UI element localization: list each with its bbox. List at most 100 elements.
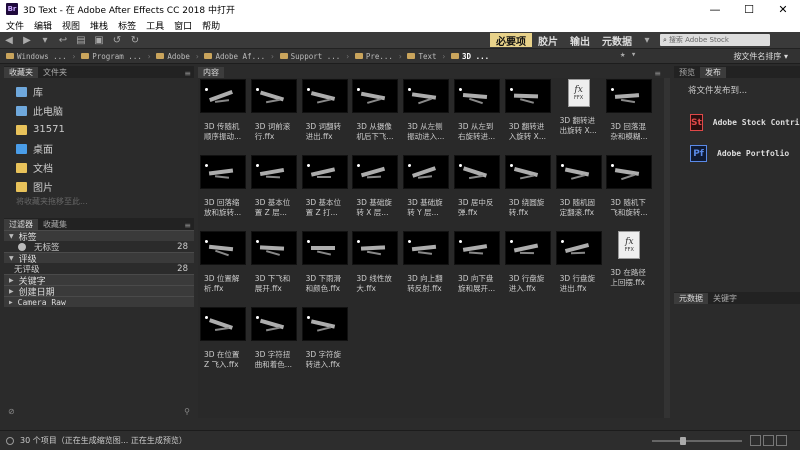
slider-knob[interactable]	[680, 437, 686, 445]
menu-view[interactable]: 视图	[62, 19, 80, 32]
back-arrow-icon[interactable]: ◀	[0, 33, 18, 47]
breadcrumb-adobe-after-effects[interactable]: Adobe Af... ›	[204, 52, 275, 61]
thumbnail-item[interactable]: 3D 绕圆旋 转.ffx	[504, 155, 555, 218]
thumbnail-item[interactable]: 3D 回落混 杂和模糊...	[606, 79, 656, 142]
thumbnail-item[interactable]: 3D 从左到 右旋转进...	[454, 79, 504, 142]
thumbnail-item[interactable]: fx FFX 3D 在路径 上回摆.ffx	[606, 231, 656, 288]
thumbnail-item[interactable]: 3D 基础旋 转 Y 层...	[403, 155, 453, 218]
clear-filter-icon[interactable]: ⊘	[8, 407, 15, 416]
workspace-essentials[interactable]: 必要项	[490, 33, 532, 48]
tab-filter[interactable]: 过滤器	[4, 219, 38, 230]
thumbnail-item[interactable]: 3D 下雨滑 和颜色.ffx	[301, 231, 352, 294]
thumbnail-item[interactable]: 3D 行盘旋 进入.ffx	[504, 231, 555, 294]
menu-help[interactable]: 帮助	[202, 19, 220, 32]
filter-group-label[interactable]: ▼ 标签	[4, 230, 194, 243]
menu-tools[interactable]: 工具	[146, 19, 164, 32]
sort-by-filename-dropdown[interactable]: 按文件名排序 ▾	[733, 51, 788, 62]
camera-icon[interactable]: ▣	[90, 33, 108, 47]
breadcrumb-support-files[interactable]: Support ... ›	[279, 52, 350, 61]
breadcrumb-text[interactable]: Text ›	[407, 52, 446, 61]
filter-group-camera-raw[interactable]: ▶ Camera Raw	[4, 296, 194, 307]
menu-stacks[interactable]: 堆栈	[90, 19, 108, 32]
search-input[interactable]: ⌕ 搜索 Adobe Stock	[660, 34, 770, 46]
panel-menu-icon[interactable]: ≡	[184, 221, 191, 230]
tab-metadata[interactable]: 元数据	[674, 293, 708, 304]
content-scrollbar[interactable]	[664, 78, 670, 418]
thumbnail-item[interactable]: 3D 随机下 飞和旋转...	[606, 155, 656, 218]
grid-view-icon[interactable]	[750, 435, 761, 446]
thumbnail-item[interactable]: 3D 字符扭 曲和着色...	[250, 307, 301, 370]
tab-folders[interactable]: 文件夹	[38, 67, 72, 78]
adobe-portfolio-item[interactable]: Pf Adobe Portfolio	[690, 145, 800, 162]
minimize-button[interactable]: —	[698, 0, 732, 18]
thumbnail-item[interactable]: 3D 下飞和 展开.ffx	[250, 231, 301, 294]
favorite-pictures[interactable]: 图片	[4, 177, 194, 196]
thumbnail-item[interactable]: 3D 从左侧 振动进入...	[403, 79, 453, 142]
workspace-metadata[interactable]: 元数据	[596, 33, 638, 48]
panel-menu-icon[interactable]: ≡	[184, 69, 191, 78]
thumbnail-item[interactable]: 3D 位置解 析.ffx	[200, 231, 250, 294]
filter-group-rating[interactable]: ▼ 评级	[4, 252, 194, 265]
tab-keywords[interactable]: 关键字	[708, 293, 742, 304]
maximize-button[interactable]: ☐	[732, 0, 766, 18]
tab-publish[interactable]: 发布	[700, 67, 726, 78]
thumbnail-item[interactable]: 3D 向上翻 转反射.ffx	[403, 231, 453, 294]
thumbnail-item[interactable]: 3D 词前滚 行.ffx	[250, 79, 301, 142]
breadcrumb-3d-text[interactable]: 3D ...	[451, 52, 489, 61]
refine-icon[interactable]: ▤	[72, 33, 90, 47]
pin-filter-icon[interactable]: ⚲	[184, 407, 190, 416]
menu-window[interactable]: 窗口	[174, 19, 192, 32]
list-view-icon[interactable]	[776, 435, 787, 446]
thumbnail-item[interactable]: 3D 行盘旋 进出.ffx	[555, 231, 606, 294]
thumbnail-item[interactable]: 3D 线性放 大.ffx	[352, 231, 402, 294]
favorite-user-folder[interactable]: 31571	[4, 120, 194, 139]
rotate-right-icon[interactable]: ↻	[126, 33, 144, 47]
favorite-desktop[interactable]: 桌面	[4, 139, 194, 158]
filter-row-no-rating[interactable]: 无评级 28	[4, 263, 194, 275]
rotate-left-icon[interactable]: ↺	[108, 33, 126, 47]
thumbnail-item[interactable]: fx FFX 3D 翻转进 出旋转 X...	[556, 79, 606, 136]
thumbnail-item[interactable]: 3D 在位置 Z 飞入.ffx	[200, 307, 250, 370]
filter-row-no-label[interactable]: 无标签 28	[4, 241, 194, 253]
filter-group-keywords[interactable]: ▶ 关键字	[4, 274, 194, 287]
breadcrumb-windows[interactable]: Windows ... ›	[6, 52, 76, 61]
breadcrumb-adobe[interactable]: Adobe ›	[156, 52, 199, 61]
thumbnail-item[interactable]: 3D 回落缩 放和旋转...	[200, 155, 250, 218]
menu-label[interactable]: 标签	[118, 19, 136, 32]
details-view-icon[interactable]	[763, 435, 774, 446]
tab-preview[interactable]: 预览	[674, 67, 700, 78]
workspace-output[interactable]: 输出	[564, 33, 596, 48]
thumbnail-item[interactable]: 3D 基础旋 转 X 层...	[352, 155, 402, 218]
workspace-dropdown-icon[interactable]: ▾	[638, 33, 656, 47]
thumbnail-size-slider[interactable]	[652, 437, 742, 445]
panel-menu-icon[interactable]: ≡	[654, 69, 661, 78]
thumbnail-item[interactable]: 3D 翻转进 入旋转 X...	[504, 79, 555, 142]
menu-file[interactable]: 文件	[6, 19, 24, 32]
thumbnail-item[interactable]: 3D 基本位 置 Z 打...	[301, 155, 352, 218]
adobe-stock-contributor-item[interactable]: St Adobe Stock Contrib	[690, 114, 800, 131]
tab-collections[interactable]: 收藏集	[38, 219, 72, 230]
tab-favorites[interactable]: 收藏夹	[4, 67, 38, 78]
thumbnail-item[interactable]: 3D 基本位 置 Z 层...	[250, 155, 301, 218]
filter-group-date-created[interactable]: ▶ 创建日期	[4, 285, 194, 298]
thumbnail-item[interactable]: 3D 传随机 顺序振动...	[200, 79, 250, 142]
forward-arrow-icon[interactable]: ▶	[18, 33, 36, 47]
thumbnail-item[interactable]: 3D 字符旋 转进入.ffx	[301, 307, 352, 370]
thumbnail-item[interactable]: 3D 居中反 弹.ffx	[454, 155, 504, 218]
breadcrumb-program-files[interactable]: Program ... ›	[81, 52, 151, 61]
favorite-this-pc[interactable]: 此电脑	[4, 101, 194, 120]
thumbnail-item[interactable]: 3D 从摄像 机后下飞...	[352, 79, 402, 142]
close-button[interactable]: ✕	[766, 0, 800, 18]
favorite-documents[interactable]: 文档	[4, 158, 194, 177]
thumbnail-item[interactable]: 3D 随机固 定翻滚.ffx	[555, 155, 606, 218]
tab-content[interactable]: 内容	[198, 67, 224, 78]
thumbnail-item[interactable]: 3D 向下盘 旋和展开...	[454, 231, 504, 294]
menu-edit[interactable]: 编辑	[34, 19, 52, 32]
thumbnail-item[interactable]: 3D 词翻转 进出.ffx	[301, 79, 352, 142]
workspace-filmstrip[interactable]: 胶片	[532, 33, 564, 48]
breadcrumb-presets[interactable]: Pre... ›	[354, 52, 402, 61]
recent-folder-icon[interactable]: ▾	[36, 33, 54, 47]
favorite-libraries[interactable]: 库	[4, 82, 194, 101]
star-icon[interactable]: ★ ▾	[620, 50, 636, 60]
boomerang-icon[interactable]: ↩	[54, 33, 72, 47]
